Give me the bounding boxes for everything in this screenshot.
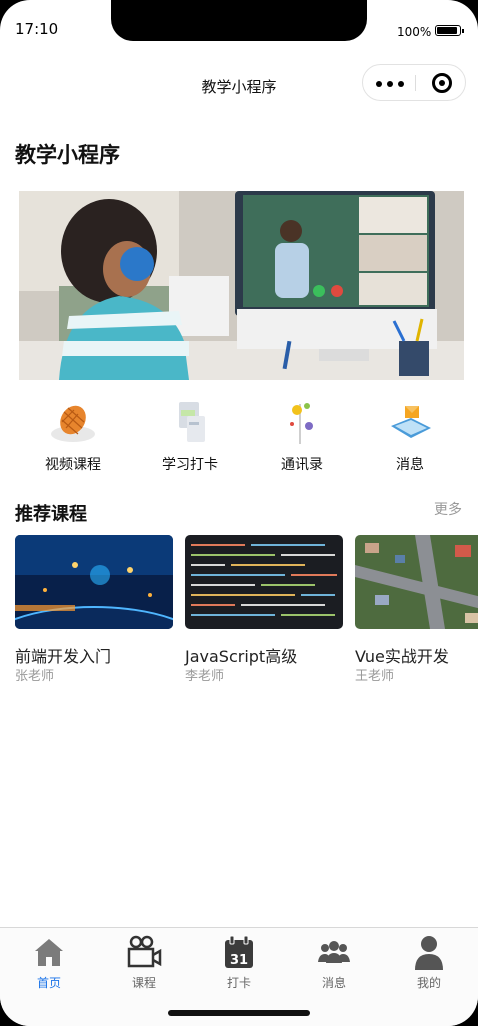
tab-home[interactable]: 首页 bbox=[1, 932, 97, 992]
course-teacher: 张老师 bbox=[15, 669, 55, 684]
video-course-icon bbox=[51, 405, 95, 442]
phone-screen: 17:10 100% 教学小程序 教学小程序 视频课程 学习打卡 通讯录 消息 … bbox=[0, 0, 478, 1026]
tab-course[interactable]: 课程 bbox=[96, 932, 192, 992]
calendar-icon: 31 bbox=[225, 935, 253, 968]
banner-image bbox=[19, 191, 464, 380]
menu-label: 消息 bbox=[396, 457, 424, 473]
mini-program-capsule bbox=[362, 64, 466, 101]
battery-percent: 100% bbox=[397, 25, 432, 39]
capsule-divider bbox=[415, 75, 416, 91]
user-icon bbox=[415, 936, 443, 970]
tab-label: 我的 bbox=[416, 976, 441, 990]
page-title: 教学小程序 bbox=[15, 143, 120, 167]
menu-contacts[interactable]: 通讯录 bbox=[247, 398, 357, 474]
users-icon bbox=[318, 941, 350, 963]
tab-label: 课程 bbox=[131, 976, 156, 990]
course-teacher: 李老师 bbox=[185, 669, 225, 684]
tab-label: 首页 bbox=[36, 976, 61, 990]
tab-message[interactable]: 消息 bbox=[286, 932, 382, 992]
menu-message[interactable]: 消息 bbox=[355, 398, 465, 474]
status-time: 17:10 bbox=[15, 20, 59, 38]
course-card[interactable]: Vue实战开发 王老师 bbox=[355, 535, 478, 685]
section-title-recommend: 推荐课程 bbox=[15, 504, 87, 525]
message-icon bbox=[391, 406, 431, 438]
menu-video-course[interactable]: 视频课程 bbox=[18, 398, 128, 474]
course-card[interactable]: JavaScript高级 李老师 bbox=[185, 535, 343, 685]
tab-label: 打卡 bbox=[226, 976, 251, 990]
more-dots-icon[interactable] bbox=[376, 81, 406, 87]
course-thumbnail bbox=[15, 535, 173, 629]
calendar-day: 31 bbox=[230, 953, 248, 968]
tab-mine[interactable]: 我的 bbox=[381, 932, 477, 992]
menu-label: 视频课程 bbox=[45, 457, 101, 473]
course-title: 前端开发入门 bbox=[15, 647, 112, 666]
tab-checkin[interactable]: 31 打卡 bbox=[191, 932, 287, 992]
course-thumbnail bbox=[185, 535, 343, 629]
course-card[interactable]: 前端开发入门 张老师 bbox=[15, 535, 173, 685]
contacts-icon bbox=[290, 403, 313, 444]
course-thumbnail bbox=[355, 535, 478, 629]
home-icon bbox=[35, 939, 63, 966]
menu-study-checkin[interactable]: 学习打卡 bbox=[135, 398, 245, 474]
course-teacher: 王老师 bbox=[355, 669, 395, 684]
more-link[interactable]: 更多 bbox=[434, 499, 462, 519]
video-camera-icon bbox=[127, 935, 162, 968]
tab-label: 消息 bbox=[321, 976, 346, 990]
banner-carousel[interactable] bbox=[19, 191, 464, 380]
menu-label: 学习打卡 bbox=[162, 457, 218, 473]
study-checkin-icon bbox=[179, 402, 205, 442]
target-circle-icon[interactable] bbox=[432, 73, 452, 93]
course-title: Vue实战开发 bbox=[355, 647, 449, 666]
home-indicator[interactable] bbox=[168, 1010, 310, 1016]
battery-icon bbox=[435, 25, 464, 36]
course-title: JavaScript高级 bbox=[185, 647, 298, 666]
menu-label: 通讯录 bbox=[281, 457, 323, 473]
notch bbox=[111, 0, 367, 41]
